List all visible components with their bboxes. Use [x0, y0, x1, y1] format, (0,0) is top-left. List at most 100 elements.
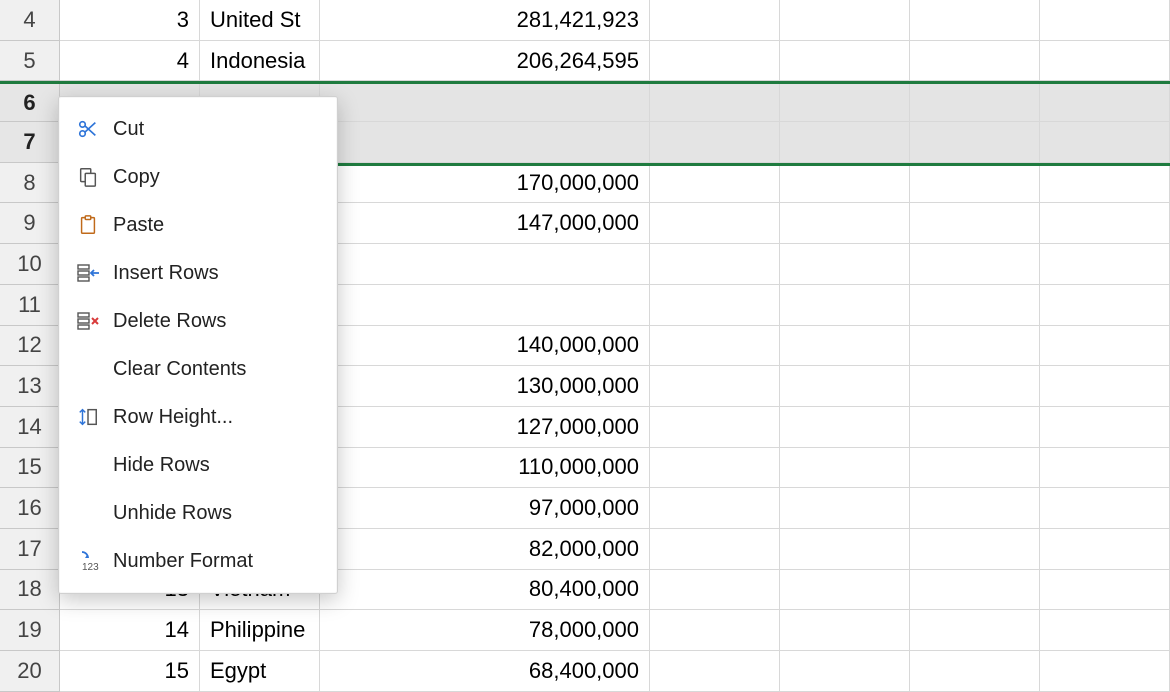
grid-row[interactable]: 43United St281,421,923	[0, 0, 1170, 41]
menu-clear-contents[interactable]: Clear Contents	[59, 345, 337, 393]
row-header[interactable]: 14	[0, 407, 60, 448]
cell[interactable]	[1040, 570, 1170, 611]
cell[interactable]	[780, 0, 910, 41]
cell[interactable]	[910, 366, 1040, 407]
cell[interactable]: 14	[60, 610, 200, 651]
cell[interactable]	[1040, 610, 1170, 651]
cell[interactable]	[780, 610, 910, 651]
cell[interactable]	[1040, 407, 1170, 448]
cell[interactable]	[320, 84, 650, 122]
row-header[interactable]: 11	[0, 285, 60, 326]
cell[interactable]	[780, 407, 910, 448]
cell[interactable]	[1040, 448, 1170, 489]
cell[interactable]	[650, 529, 780, 570]
row-header[interactable]: 10	[0, 244, 60, 285]
cell[interactable]	[910, 203, 1040, 244]
cell[interactable]	[650, 0, 780, 41]
cell[interactable]	[650, 203, 780, 244]
cell[interactable]	[780, 84, 910, 122]
cell[interactable]	[650, 122, 780, 163]
cell[interactable]	[780, 529, 910, 570]
row-header[interactable]: 13	[0, 366, 60, 407]
menu-paste[interactable]: Paste	[59, 201, 337, 249]
cell[interactable]: 82,000,000	[320, 529, 650, 570]
cell[interactable]: 281,421,923	[320, 0, 650, 41]
cell[interactable]	[1040, 0, 1170, 41]
menu-copy[interactable]: Copy	[59, 153, 337, 201]
cell[interactable]	[910, 244, 1040, 285]
cell[interactable]	[910, 610, 1040, 651]
cell[interactable]	[910, 529, 1040, 570]
cell[interactable]	[320, 122, 650, 163]
cell[interactable]: 140,000,000	[320, 326, 650, 367]
cell[interactable]: 206,264,595	[320, 41, 650, 82]
cell[interactable]	[650, 488, 780, 529]
cell[interactable]	[780, 651, 910, 692]
cell[interactable]: 80,400,000	[320, 570, 650, 611]
cell[interactable]	[1040, 285, 1170, 326]
row-header[interactable]: 15	[0, 448, 60, 489]
row-header[interactable]: 9	[0, 203, 60, 244]
row-header[interactable]: 12	[0, 326, 60, 367]
cell[interactable]	[1040, 163, 1170, 204]
cell[interactable]	[1040, 326, 1170, 367]
grid-row[interactable]: 2015Egypt68,400,000	[0, 651, 1170, 692]
cell[interactable]: 170,000,000	[320, 163, 650, 204]
row-header[interactable]: 7	[0, 122, 60, 163]
row-header[interactable]: 17	[0, 529, 60, 570]
cell[interactable]	[910, 651, 1040, 692]
cell[interactable]	[650, 285, 780, 326]
row-header[interactable]: 18	[0, 570, 60, 611]
menu-row-height[interactable]: Row Height...	[59, 393, 337, 441]
cell[interactable]	[780, 285, 910, 326]
row-header[interactable]: 20	[0, 651, 60, 692]
cell[interactable]: 147,000,000	[320, 203, 650, 244]
cell[interactable]	[780, 448, 910, 489]
cell[interactable]	[910, 41, 1040, 82]
cell[interactable]: Egypt	[200, 651, 320, 692]
row-header[interactable]: 5	[0, 41, 60, 82]
cell[interactable]	[650, 651, 780, 692]
cell[interactable]: 68,400,000	[320, 651, 650, 692]
cell[interactable]	[780, 41, 910, 82]
cell[interactable]	[780, 570, 910, 611]
cell[interactable]	[650, 326, 780, 367]
cell[interactable]: 130,000,000	[320, 366, 650, 407]
cell[interactable]	[1040, 529, 1170, 570]
cell[interactable]	[650, 448, 780, 489]
cell[interactable]	[910, 163, 1040, 204]
cell[interactable]	[650, 570, 780, 611]
cell[interactable]	[1040, 122, 1170, 163]
cell[interactable]	[1040, 41, 1170, 82]
cell[interactable]	[320, 285, 650, 326]
cell[interactable]	[650, 84, 780, 122]
grid-row[interactable]: 54Indonesia206,264,595	[0, 41, 1170, 82]
cell[interactable]	[1040, 84, 1170, 122]
cell[interactable]: United St	[200, 0, 320, 41]
row-header[interactable]: 6	[0, 84, 60, 122]
cell[interactable]	[910, 488, 1040, 529]
cell[interactable]	[650, 366, 780, 407]
cell[interactable]	[650, 610, 780, 651]
menu-number-format[interactable]: 123 Number Format	[59, 537, 337, 585]
row-header[interactable]: 4	[0, 0, 60, 41]
menu-insert-rows[interactable]: Insert Rows	[59, 249, 337, 297]
cell[interactable]	[780, 244, 910, 285]
cell[interactable]	[780, 366, 910, 407]
cell[interactable]	[910, 0, 1040, 41]
cell[interactable]	[1040, 244, 1170, 285]
cell[interactable]	[650, 41, 780, 82]
row-header[interactable]: 16	[0, 488, 60, 529]
cell[interactable]	[1040, 203, 1170, 244]
cell[interactable]	[780, 326, 910, 367]
grid-row[interactable]: 1914Philippine78,000,000	[0, 610, 1170, 651]
cell[interactable]	[1040, 651, 1170, 692]
cell[interactable]	[910, 570, 1040, 611]
cell[interactable]	[910, 407, 1040, 448]
cell[interactable]	[780, 488, 910, 529]
cell[interactable]	[650, 163, 780, 204]
cell[interactable]	[320, 244, 650, 285]
cell[interactable]	[910, 122, 1040, 163]
menu-unhide-rows[interactable]: Unhide Rows	[59, 489, 337, 537]
cell[interactable]	[910, 84, 1040, 122]
